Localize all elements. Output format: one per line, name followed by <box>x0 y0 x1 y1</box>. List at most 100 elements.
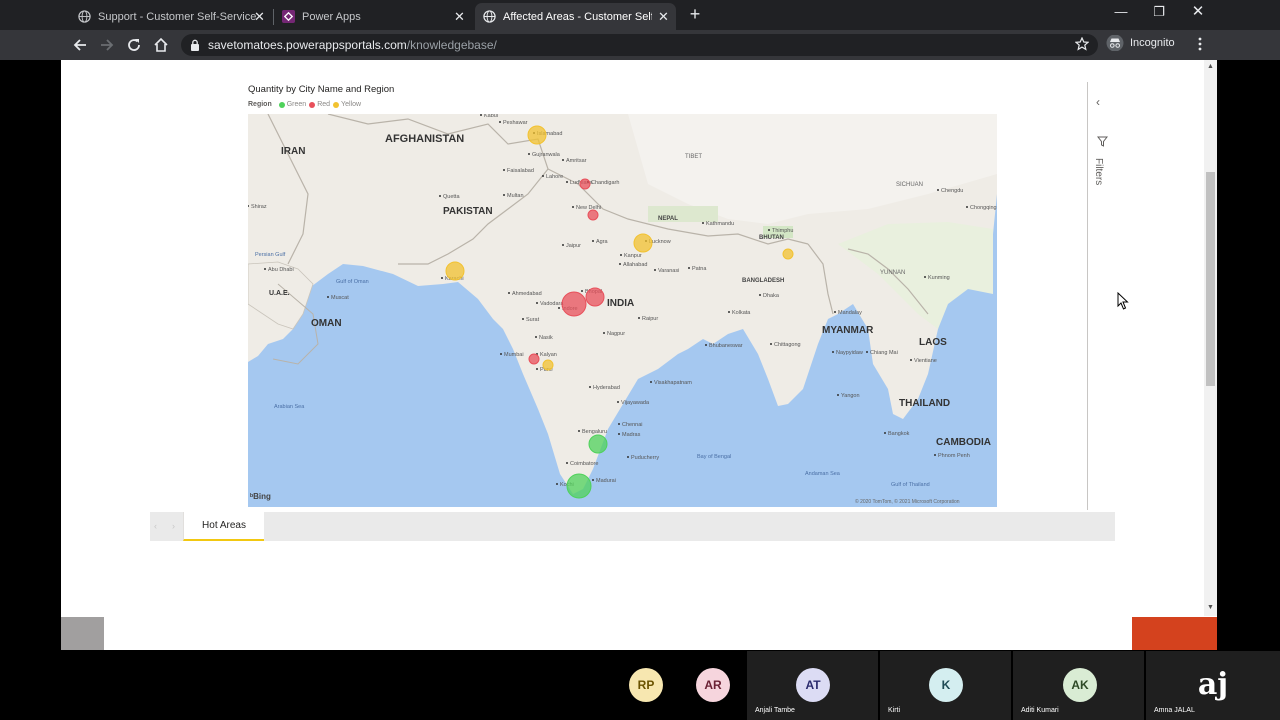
tab-power-apps[interactable]: Power Apps ✕ <box>274 3 472 30</box>
label-cambodia: CAMBODIA <box>936 437 991 448</box>
bubble-yellow-pune[interactable] <box>542 359 554 371</box>
city-dot <box>503 194 505 196</box>
bubble-map[interactable]: AFGHANISTAN IRAN PAKISTAN INDIA OMAN U.A… <box>248 114 997 507</box>
bubble-yellow-islamabad[interactable] <box>527 125 547 145</box>
next-page-icon[interactable]: › <box>172 521 175 531</box>
bubble-red-vadodara[interactable] <box>561 291 587 317</box>
bubble-yellow-assam[interactable] <box>782 248 794 260</box>
label-oman: OMAN <box>311 318 342 329</box>
city-label: Mumbai <box>504 352 524 358</box>
city-dot <box>556 483 558 485</box>
map-copyright: © 2020 TomTom, © 2021 Microsoft Corporat… <box>855 499 960 505</box>
city-label: Phnom Penh <box>938 453 970 459</box>
label-myanmar: MYANMAR <box>822 325 874 336</box>
new-tab-button[interactable]: + <box>687 5 703 23</box>
city-label: Shiraz <box>251 204 267 210</box>
city-dot <box>264 268 266 270</box>
globe-icon <box>78 10 91 23</box>
bubble-yellow-karachi[interactable] <box>445 261 465 281</box>
incognito-icon <box>1106 35 1124 51</box>
scroll-down-icon[interactable]: ▼ <box>1206 604 1215 612</box>
scroll-up-icon[interactable]: ▲ <box>1206 63 1215 71</box>
bing-logo: ᵇBing <box>250 492 271 501</box>
city-dot <box>528 153 530 155</box>
map-legend: Region Green Red Yellow <box>248 101 361 108</box>
bubble-green-bengaluru[interactable] <box>588 434 608 454</box>
funnel-icon[interactable] <box>1097 136 1108 147</box>
bubble-red-ludhiana[interactable] <box>579 178 591 190</box>
avatar[interactable]: K <box>929 668 963 702</box>
incognito-indicator[interactable]: Incognito <box>1106 35 1175 51</box>
participant-name: Aditi Kumari <box>1021 707 1059 714</box>
globe-icon <box>483 10 496 23</box>
home-icon[interactable] <box>152 36 170 54</box>
participant-logo[interactable]: aj <box>1196 667 1230 703</box>
close-tab-icon[interactable]: ✕ <box>253 10 266 23</box>
city-label: Vijayawada <box>621 400 650 406</box>
filters-label[interactable]: Filters <box>1093 158 1104 185</box>
city-label: Mandalay <box>838 310 862 316</box>
city-dot <box>536 302 538 304</box>
city-dot <box>618 423 620 425</box>
star-icon[interactable] <box>1075 37 1089 51</box>
close-tab-icon[interactable]: ✕ <box>657 10 670 23</box>
page-tab-hot-areas[interactable]: Hot Areas <box>183 512 264 541</box>
tab-affected-areas[interactable]: Affected Areas - Customer Self-Se ✕ <box>475 3 676 30</box>
tab-support[interactable]: Support - Customer Self-Service ✕ <box>70 3 272 30</box>
avatar[interactable]: AT <box>796 668 830 702</box>
city-label: Gujranwala <box>532 152 561 158</box>
bubble-yellow-lucknow[interactable] <box>633 233 653 253</box>
close-window-icon[interactable]: ✕ <box>1190 4 1206 20</box>
city-label: Madurai <box>596 478 616 484</box>
city-dot <box>759 294 761 296</box>
city-dot <box>562 244 564 246</box>
minimize-icon[interactable]: — <box>1113 4 1129 20</box>
legend-swatch-yellow <box>333 101 340 108</box>
city-label: Naypyidaw <box>836 350 863 356</box>
avatar[interactable]: AK <box>1063 668 1097 702</box>
city-label: Nagpur <box>607 331 625 337</box>
label-gulf-of-thailand: Gulf of Thailand <box>891 482 930 488</box>
city-dot <box>522 318 524 320</box>
forward-arrow-icon[interactable] <box>98 36 116 54</box>
lock-icon[interactable] <box>190 39 200 51</box>
city-dot <box>702 222 704 224</box>
close-tab-icon[interactable]: ✕ <box>453 10 466 23</box>
prev-page-icon[interactable]: ‹ <box>154 521 157 531</box>
city-label: Visakhapatnam <box>654 380 692 386</box>
city-label: Quetta <box>443 194 460 200</box>
city-dot <box>562 159 564 161</box>
label-iran: IRAN <box>281 146 305 157</box>
more-menu-icon[interactable] <box>1196 37 1204 51</box>
city-label: Allahabad <box>623 262 647 268</box>
city-dot <box>566 181 568 183</box>
legend-entry-red: Red <box>317 101 331 108</box>
city-dot <box>578 430 580 432</box>
scrollbar-thumb[interactable] <box>1206 172 1215 386</box>
back-arrow-icon[interactable] <box>71 36 89 54</box>
city-label: Madras <box>622 432 641 438</box>
participant-name: Anjali Tambe <box>755 707 795 714</box>
avatar[interactable]: RP <box>629 668 663 702</box>
city-dot <box>688 267 690 269</box>
collapse-filters-icon[interactable]: ‹ <box>1096 96 1106 108</box>
participant-name: Amna JALAL <box>1154 707 1195 714</box>
bubble-green-madurai[interactable] <box>566 473 592 499</box>
city-label: Chennai <box>622 422 643 428</box>
city-dot <box>924 276 926 278</box>
reload-icon[interactable] <box>125 36 143 54</box>
city-label: Hyderabad <box>593 385 620 391</box>
restore-icon[interactable]: ❐ <box>1151 4 1167 20</box>
city-label: Agra <box>596 239 609 245</box>
city-label: Chittagong <box>774 342 801 348</box>
city-label: Muscat <box>331 295 349 301</box>
bubble-red-new-delhi[interactable] <box>587 209 599 221</box>
bubble-red-mumbai[interactable] <box>528 353 540 365</box>
incognito-label: Incognito <box>1130 37 1175 49</box>
city-label: Faisalabad <box>507 168 534 174</box>
avatar[interactable]: AR <box>696 668 730 702</box>
bubble-red-bhopal[interactable] <box>585 287 605 307</box>
city-dot <box>654 269 656 271</box>
city-dot <box>439 195 441 197</box>
url-text[interactable]: savetomatoes.powerappsportals.com/knowle… <box>208 37 497 53</box>
